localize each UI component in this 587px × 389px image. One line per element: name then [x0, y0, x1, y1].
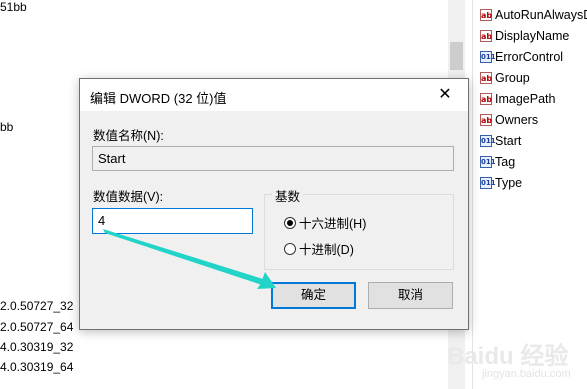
- annotation-arrow-icon: [103, 229, 276, 289]
- watermark-url: jingyan.baidu.com: [482, 368, 571, 380]
- watermark-logo: Baidu 经验: [447, 343, 569, 370]
